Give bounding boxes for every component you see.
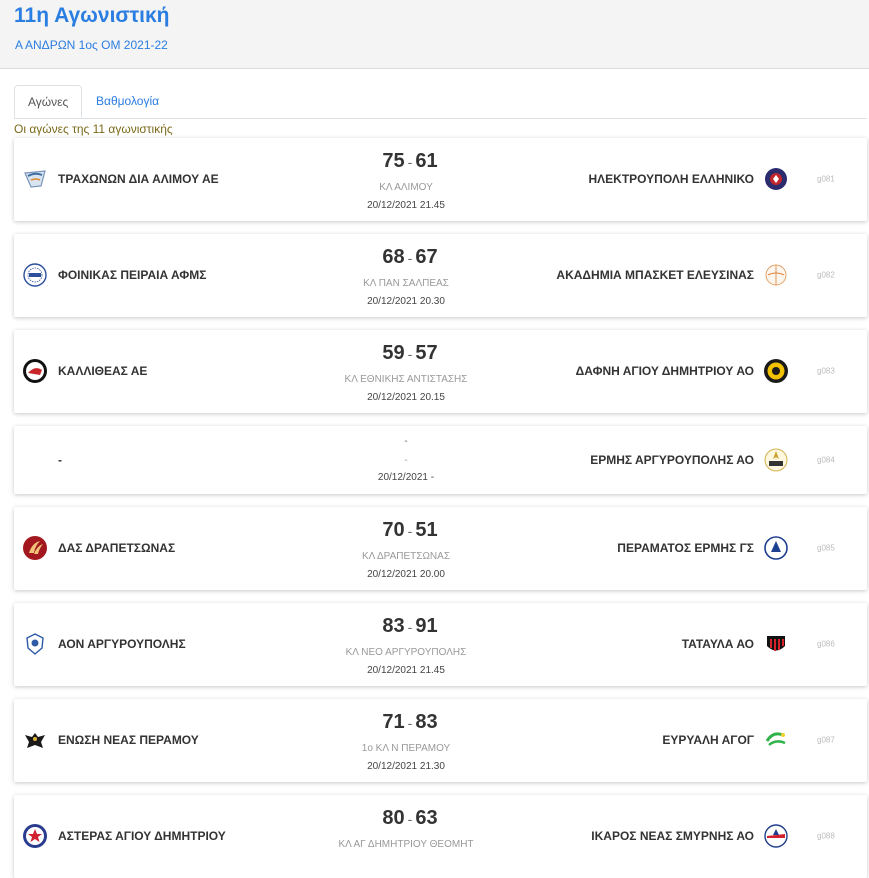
- game-venue: ΚΛ ΝΕΟ ΑΡΓΥΡΟΥΠΟΛΗΣ: [345, 647, 467, 658]
- away-score: 61: [415, 150, 438, 172]
- drapetsona-logo-icon: [22, 535, 48, 561]
- game-venue: -: [404, 455, 408, 466]
- away-team-name[interactable]: ΙΚΑΡΟΣ ΝΕΑΣ ΣΜΥΡΝΗΣ ΑΟ: [591, 829, 754, 843]
- tab-bar: Αγώνες Βαθμολογία: [14, 85, 867, 119]
- neperamos-logo-icon: [22, 727, 48, 753]
- game-venue: ΚΛ ΔΡΑΠΕΤΣΩΝΑΣ: [361, 551, 451, 562]
- game-card[interactable]: ΚΑΛΛΙΘΕΑΣ ΑΕ 59-57 ΚΛ ΕΘΝΙΚΗΣ ΑΝΤΙΣΤΑΣΗΣ…: [14, 330, 867, 413]
- home-score: 68: [382, 246, 405, 268]
- page-title: 11η Αγωνιστική: [14, 4, 170, 27]
- ilektroupoli-logo-icon: [763, 166, 789, 192]
- score-separator: -: [407, 346, 413, 362]
- home-score: 75: [382, 150, 405, 172]
- game-venue: 1ο ΚΛ Ν ΠΕΡΑΜΟΥ: [361, 743, 451, 754]
- game-card[interactable]: ΑΟΝ ΑΡΓΥΡΟΥΠΟΛΗΣ 83-91 ΚΛ ΝΕΟ ΑΡΓΥΡΟΥΠΟΛ…: [14, 603, 867, 686]
- ikaros-logo-icon: [763, 823, 789, 849]
- game-card[interactable]: ΤΡΑΧΩΝΩΝ ΔΙΑ ΑΛΙΜΟΥ ΑΕ 75-61 ΚΛ ΑΛΙΜΟΥ 2…: [14, 138, 867, 221]
- score-separator: -: [407, 715, 413, 731]
- game-venue: ΚΛ ΕΘΝΙΚΗΣ ΑΝΤΙΣΤΑΣΗΣ: [344, 374, 468, 385]
- game-datetime: 20/12/2021 21.45: [367, 665, 445, 676]
- home-score: 71: [382, 711, 405, 733]
- away-team-name[interactable]: ΕΡΜΗΣ ΑΡΓΥΡΟΥΠΟΛΗΣ ΑΟ: [590, 453, 754, 467]
- home-team-name[interactable]: ΚΑΛΛΙΘΕΑΣ ΑΕ: [58, 364, 147, 378]
- game-code: g084: [817, 455, 835, 465]
- away-score: 51: [415, 519, 438, 541]
- away-team-name[interactable]: ΔΑΦΝΗ ΑΓΙΟΥ ΔΗΜΗΤΡΙΟΥ ΑΟ: [576, 364, 754, 378]
- alimos-logo-icon: [22, 166, 48, 192]
- game-score: 83-91: [310, 615, 510, 638]
- away-team-name[interactable]: ΕΥΡΥΑΛΗ ΑΓΟΓ: [662, 733, 754, 747]
- game-score: 70-51: [310, 519, 510, 542]
- game-code: g083: [817, 366, 835, 376]
- score-separator: -: [407, 811, 413, 827]
- home-score: 70: [382, 519, 405, 541]
- game-score: 80-63: [310, 807, 510, 830]
- game-score: 59-57: [310, 342, 510, 365]
- game-datetime: 20/12/2021 20.15: [367, 392, 445, 403]
- game-code: g081: [817, 174, 835, 184]
- foinikas-logo-icon: [22, 262, 48, 288]
- away-team-name[interactable]: ΗΛΕΚΤΡΟΥΠΟΛΗ ΕΛΛΗΝΙΚΟ: [589, 172, 755, 186]
- home-score: 80: [382, 807, 405, 829]
- away-score: 57: [415, 342, 438, 364]
- score-separator: -: [407, 154, 413, 170]
- game-code: g086: [817, 639, 835, 649]
- away-team-name[interactable]: ΑΚΑΔΗΜΙΑ ΜΠΑΣΚΕΤ ΕΛΕΥΣΙΝΑΣ: [556, 268, 754, 282]
- away-score: 83: [415, 711, 438, 733]
- kallithea-logo-icon: [22, 358, 48, 384]
- elefsina-logo-icon: [763, 262, 789, 288]
- home-score: 59: [382, 342, 405, 364]
- home-team-name[interactable]: ΕΝΩΣΗ ΝΕΑΣ ΠΕΡΑΜΟΥ: [58, 733, 199, 747]
- game-datetime: 20/12/2021 -: [377, 472, 435, 483]
- game-datetime: 20/12/2021 20.30: [367, 296, 445, 307]
- aon-logo-icon: [22, 631, 48, 657]
- game-score: 68-67: [310, 246, 510, 269]
- game-code: g087: [817, 735, 835, 745]
- game-card[interactable]: ΦΟΙΝΙΚΑΣ ΠΕΙΡΑΙΑ ΑΦΜΣ 68-67 ΚΛ ΠΑΝ ΣΑΛΠΕ…: [14, 234, 867, 317]
- game-card[interactable]: ΔΑΣ ΔΡΑΠΕΤΣΩΝΑΣ 70-51 ΚΛ ΔΡΑΠΕΤΣΩΝΑΣ 20/…: [14, 507, 867, 590]
- away-score: 67: [415, 246, 438, 268]
- home-team-name[interactable]: ΑΣΤΕΡΑΣ ΑΓΙΟΥ ΔΗΜΗΤΡΙΟΥ: [58, 829, 226, 843]
- score-separator: -: [407, 619, 413, 635]
- game-score-placeholder: -: [404, 436, 408, 447]
- asteras-logo-icon: [22, 823, 48, 849]
- score-separator: -: [407, 250, 413, 266]
- game-score: 71-83: [310, 711, 510, 734]
- round-info-text: Οι αγώνες της 11 αγωνιστικής: [14, 122, 173, 136]
- dafni-logo-icon: [763, 358, 789, 384]
- game-datetime: 20/12/2021 21.45: [367, 200, 445, 211]
- away-score: 91: [415, 615, 438, 637]
- page-header: 11η Αγωνιστική Α ΑΝΔΡΩΝ 1ος ΟΜ 2021-22: [0, 0, 869, 69]
- game-venue: ΚΛ ΑΛΙΜΟΥ: [379, 182, 433, 193]
- game-code: g088: [817, 831, 835, 841]
- home-team-name[interactable]: ΔΑΣ ΔΡΑΠΕΤΣΩΝΑΣ: [58, 541, 175, 555]
- game-score: 75-61: [310, 150, 510, 173]
- game-code: g085: [817, 543, 835, 553]
- ermis-logo-icon: [763, 447, 789, 473]
- away-score: 63: [415, 807, 438, 829]
- game-venue: ΚΛ ΠΑΝ ΣΑΛΠΕΑΣ: [363, 278, 449, 289]
- away-team-name[interactable]: ΤΑΤΑΥΛΑ ΑΟ: [682, 637, 754, 651]
- perama-logo-icon: [763, 535, 789, 561]
- game-code: g082: [817, 270, 835, 280]
- tatavla-logo-icon: [763, 631, 789, 657]
- home-team-name[interactable]: ΑΟΝ ΑΡΓΥΡΟΥΠΟΛΗΣ: [58, 637, 186, 651]
- home-team-name[interactable]: -: [58, 453, 62, 467]
- game-datetime: 20/12/2021 20.00: [367, 569, 445, 580]
- score-separator: -: [407, 523, 413, 539]
- tab-standings[interactable]: Βαθμολογία: [83, 85, 172, 118]
- page-subtitle: Α ΑΝΔΡΩΝ 1ος ΟΜ 2021-22: [15, 38, 168, 52]
- home-score: 83: [382, 615, 405, 637]
- game-card[interactable]: ΕΝΩΣΗ ΝΕΑΣ ΠΕΡΑΜΟΥ 71-83 1ο ΚΛ Ν ΠΕΡΑΜΟΥ…: [14, 699, 867, 782]
- game-datetime: 20/12/2021 21.30: [367, 761, 445, 772]
- away-team-name[interactable]: ΠΕΡΑΜΑΤΟΣ ΕΡΜΗΣ ΓΣ: [617, 541, 754, 555]
- game-venue: ΚΛ ΑΓ ΔΗΜΗΤΡΙΟΥ ΘΕΟΜΗΤ: [338, 839, 474, 850]
- tab-games[interactable]: Αγώνες: [14, 85, 83, 118]
- home-team-name[interactable]: ΦΟΙΝΙΚΑΣ ΠΕΙΡΑΙΑ ΑΦΜΣ: [58, 268, 206, 282]
- game-card[interactable]: - - - 20/12/2021 - ΕΡΜΗΣ ΑΡΓΥΡΟΥΠΟΛΗΣ ΑΟ…: [14, 426, 867, 494]
- game-card[interactable]: ΑΣΤΕΡΑΣ ΑΓΙΟΥ ΔΗΜΗΤΡΙΟΥ 80-63 ΚΛ ΑΓ ΔΗΜΗ…: [14, 795, 867, 878]
- home-team-name[interactable]: ΤΡΑΧΩΝΩΝ ΔΙΑ ΑΛΙΜΟΥ ΑΕ: [58, 172, 219, 186]
- evryali-logo-icon: [763, 727, 789, 753]
